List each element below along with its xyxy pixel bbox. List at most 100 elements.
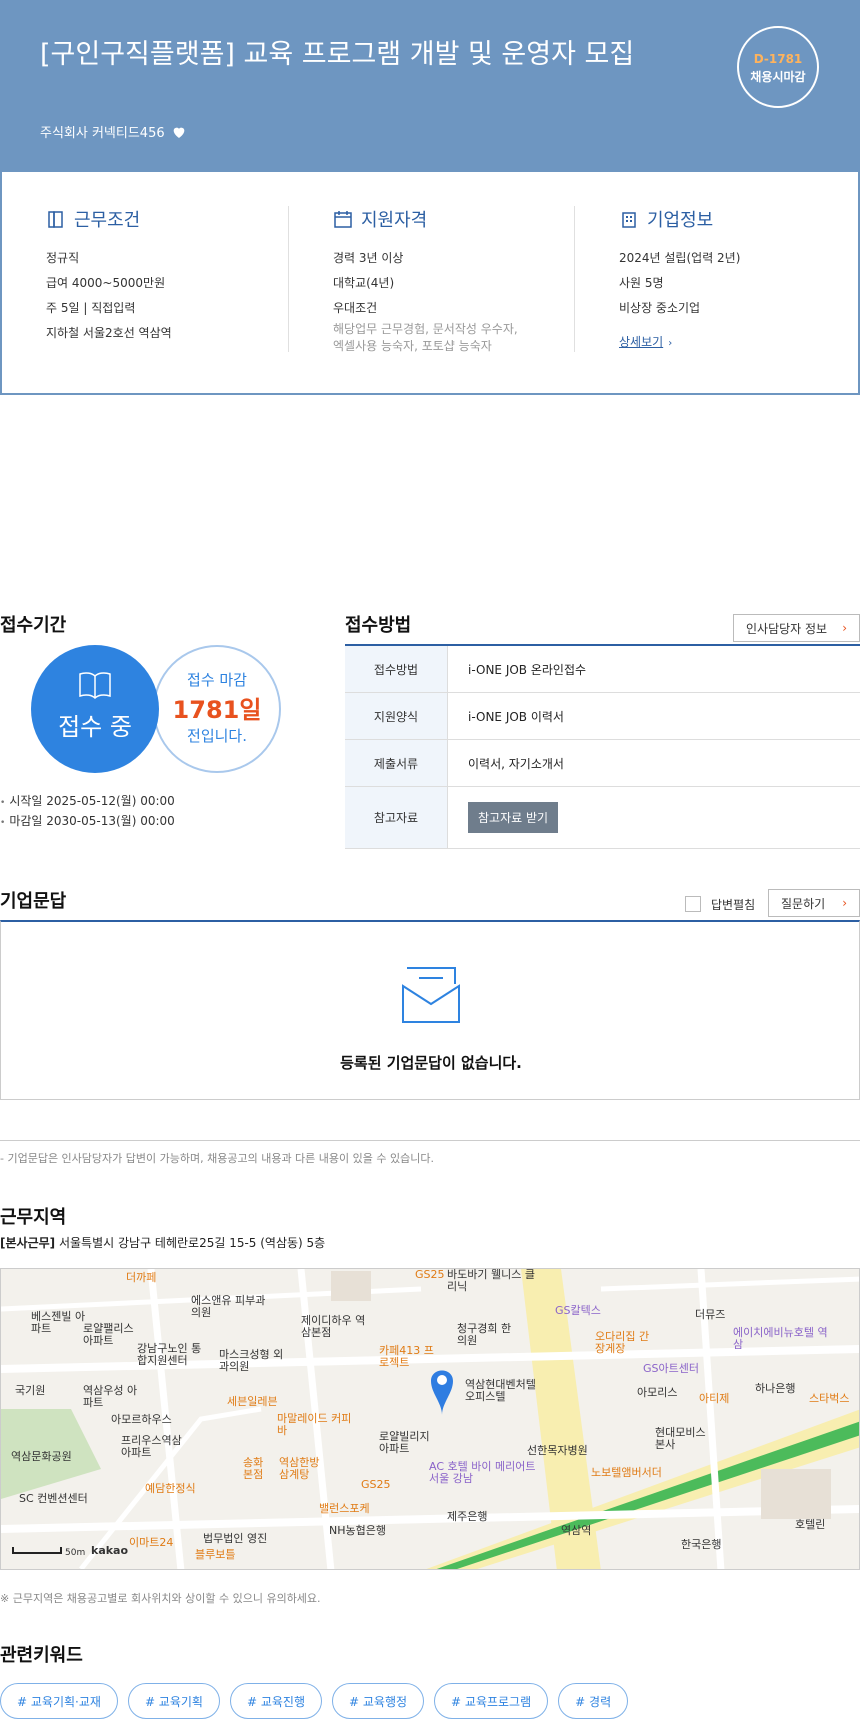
map-label: 국기원: [15, 1384, 46, 1397]
qualification-item: 우대조건: [333, 301, 378, 315]
column-divider: [574, 206, 575, 352]
map-label: 프리우스역삼 아파트: [121, 1434, 182, 1459]
row-value: i-ONE JOB 이력서: [468, 709, 564, 724]
map-label: 더까페: [126, 1271, 157, 1284]
preferred-detail: 엑셀사용 능숙자, 포토샵 능숙자: [333, 339, 492, 353]
hr-info-button[interactable]: 인사담당자 정보 ›: [733, 614, 860, 642]
map-label: 강남구노인 통합지원센터: [137, 1342, 202, 1367]
map-label: 오다리집 간장게장: [595, 1330, 650, 1355]
start-date: 시작일 2025-05-12(월) 00:00: [0, 792, 174, 812]
conditions-heading: 근무조건: [46, 206, 172, 232]
condition-item: 급여 4000~5000만원: [46, 276, 166, 290]
map-label: 카페413 프로젝트: [379, 1344, 434, 1369]
table-row: 접수방법 i-ONE JOB 온라인접수: [345, 646, 860, 693]
table-row: 제출서류 이력서, 자기소개서: [345, 740, 860, 787]
qualification-item: 대학교(4년): [333, 276, 395, 290]
map-label: 로얄빌리지 아파트: [379, 1430, 430, 1455]
dday-label: 채용시마감: [750, 70, 806, 84]
map-label: AC 호텔 바이 메리어트 서울 강남: [429, 1460, 536, 1485]
chevron-right-icon: ›: [842, 896, 847, 910]
map-label: 제주은행: [447, 1510, 488, 1523]
map-label: 세븐일레븐: [227, 1395, 278, 1408]
map-brand: kakao: [91, 1544, 129, 1557]
map-label: NH농협은행: [329, 1524, 386, 1537]
company-info-item: 비상장 중소기업: [619, 301, 701, 315]
map-label: 노보텔앰버서더: [591, 1466, 662, 1479]
keyword-tag[interactable]: # 교육진행: [229, 1683, 322, 1719]
company-info-item: 2024년 설립(업력 2년): [619, 251, 741, 265]
answer-expand-checkbox[interactable]: [685, 896, 701, 912]
office-icon: [622, 212, 636, 228]
company-info-item: 사원 5명: [619, 276, 664, 290]
deadline-label: 접수 마감: [187, 671, 247, 689]
divider: [0, 1140, 860, 1141]
condition-item: 주 5일 | 직접입력: [46, 301, 136, 315]
period-dates: 시작일 2025-05-12(월) 00:00 마감일 2030-05-13(월…: [0, 792, 174, 832]
condition-item: 정규직: [46, 251, 80, 265]
hr-info-label: 인사담당자 정보: [746, 621, 828, 636]
map-label: 에스앤유 피부과의원: [191, 1294, 266, 1319]
keyword-list: # 교육기획·교재 # 교육기획 # 교육진행 # 교육행정 # 교육프로그램 …: [0, 1683, 629, 1719]
qna-note: - 기업문답은 인사담당자가 답변이 가능하며, 채용공고의 내용과 다른 내용…: [0, 1152, 434, 1165]
keyword-tag[interactable]: # 교육기획: [127, 1683, 220, 1719]
chevron-right-icon: ›: [842, 621, 847, 635]
map-label: 하나은행: [755, 1382, 796, 1395]
map-label: 아티제: [699, 1392, 730, 1405]
keyword-tag[interactable]: # 경력: [558, 1683, 629, 1719]
preferred-detail: 해당업무 근무경험, 문서작성 우수자,: [333, 322, 518, 336]
keyword-tag[interactable]: # 교육프로그램: [434, 1683, 549, 1719]
map-label: 바도바기 웰니스 클리닉: [447, 1268, 535, 1293]
end-date: 마감일 2030-05-13(월) 00:00: [0, 812, 174, 832]
qualifications-column: 지원자격 경력 3년 이상 대학교(4년) 우대조건 해당업무 근무경험, 문서…: [333, 206, 518, 355]
condition-item: 지하철 서울2호선 역삼역: [46, 326, 172, 340]
row-value: 이력서, 자기소개서: [468, 756, 564, 771]
map-label: 호텔린: [795, 1518, 826, 1531]
address: 서울특별시 강남구 테헤란로25길 15-5 (역삼동) 5층: [58, 1236, 326, 1250]
company-info-heading: 기업정보: [619, 206, 740, 232]
map-label: SC 컨벤션센터: [19, 1492, 88, 1505]
map-label: 베스젠빌 아파트: [31, 1310, 86, 1335]
status-label: 접수 중: [58, 713, 132, 741]
ask-question-button[interactable]: 질문하기 ›: [768, 889, 860, 917]
company-info-title: 기업정보: [647, 210, 714, 231]
map-label: 밸런스포케: [319, 1502, 370, 1515]
table-row: 지원양식 i-ONE JOB 이력서: [345, 693, 860, 740]
keyword-tag[interactable]: # 교육기획·교재: [0, 1683, 118, 1719]
ask-question-label: 질문하기: [781, 896, 826, 911]
summary-box: 근무조건 정규직 급여 4000~5000만원 주 5일 | 직접입력 지하철 …: [0, 172, 860, 395]
keyword-tag[interactable]: # 교육행정: [332, 1683, 425, 1719]
office-tag: [본사근무]: [0, 1236, 56, 1250]
location-note: ※ 근무지역은 채용공고별로 회사위치와 상이할 수 있으니 유의하세요.: [0, 1592, 321, 1605]
map-label: 스타벅스: [809, 1392, 850, 1405]
company-detail-link[interactable]: 상세보기: [619, 333, 663, 350]
conditions-column: 근무조건 정규직 급여 4000~5000만원 주 5일 | 직접입력 지하철 …: [46, 206, 172, 346]
job-header: [구인구직플랫폼] 교육 프로그램 개발 및 운영자 모집 주식회사 커넥티드4…: [0, 0, 860, 172]
row-value: i-ONE JOB 온라인접수: [468, 662, 587, 677]
map-scale-label: 50m: [65, 1548, 86, 1558]
map-label: 제이디하우 역삼본점: [301, 1314, 366, 1339]
answer-expand-label[interactable]: 답변펼침: [711, 896, 755, 913]
table-row: 참고자료 참고자료 받기: [345, 787, 860, 849]
chevron-right-icon: ›: [668, 338, 673, 349]
remaining-days: 1781일: [172, 696, 262, 724]
company-name[interactable]: 주식회사 커넥티드456: [40, 122, 165, 141]
conditions-title: 근무조건: [74, 210, 141, 231]
dday-badge: D-1781 채용시마감: [737, 26, 819, 108]
map-label: 법무법인 영진: [203, 1532, 268, 1545]
map-label: GS25: [361, 1478, 391, 1491]
deadline-circle: 접수 마감 1781일 전입니다.: [153, 645, 281, 773]
map-label: 한국은행: [681, 1538, 722, 1551]
row-key: 지원양식: [345, 693, 448, 739]
map-label: 송화 본점: [243, 1456, 264, 1481]
heart-icon[interactable]: [171, 124, 187, 140]
map-label: 현대모비스 본사: [655, 1426, 706, 1451]
map-label: 블루보틀: [195, 1548, 236, 1561]
qna-box: 등록된 기업문답이 없습니다.: [0, 920, 860, 1100]
reference-download-button[interactable]: 참고자료 받기: [468, 802, 559, 833]
map-label: 에이치에비뉴호텔 역삼: [733, 1326, 828, 1351]
status-circle: 접수 중: [31, 645, 159, 773]
map-label: 청구경희 한의원: [457, 1322, 512, 1347]
row-key: 참고자료: [345, 787, 448, 848]
map-label: 역삼우성 아파트: [83, 1384, 138, 1409]
location-map[interactable]: 더까페 에스앤유 피부과의원 베스젠빌 아파트 로얄팰리스 아파트 강남구노인 …: [0, 1268, 860, 1570]
